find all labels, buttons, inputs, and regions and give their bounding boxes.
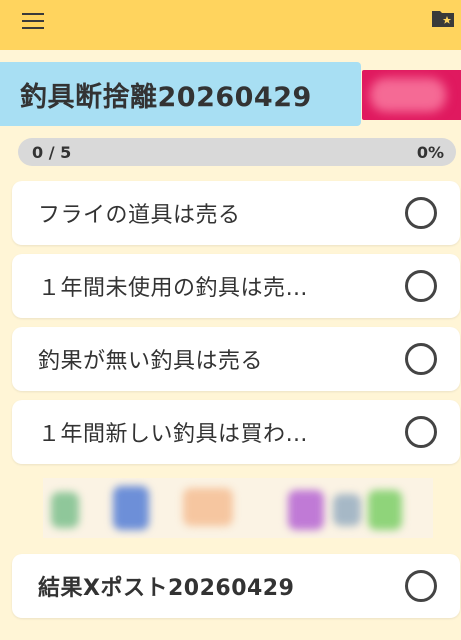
hamburger-menu-icon[interactable] (22, 10, 46, 29)
ad-badge[interactable] (362, 70, 461, 120)
circle-outline-icon[interactable] (405, 570, 437, 602)
circle-outline-icon[interactable] (405, 416, 437, 448)
page-title: 釣具断捨離20260429 (20, 81, 312, 113)
star-folder-icon[interactable] (431, 8, 455, 28)
task-label: フライの道具は売る (38, 203, 241, 228)
task-item[interactable]: フライの道具は売る (12, 181, 460, 245)
circle-outline-icon[interactable] (405, 270, 437, 302)
progress-count: 0 / 5 (32, 142, 72, 162)
task-item[interactable]: １年間未使用の釣具は売… (12, 254, 460, 318)
task-item[interactable]: 釣果が無い釣具は売る (12, 327, 460, 391)
progress-percent: 0% (416, 142, 444, 162)
circle-outline-icon[interactable] (405, 197, 437, 229)
task-label: １年間新しい釣具は買わ… (38, 422, 309, 447)
circle-outline-icon[interactable] (405, 343, 437, 375)
list-title-bar: 釣具断捨離20260429 (0, 62, 361, 126)
progress-bar: 0 / 5 0% (18, 138, 456, 166)
task-label: 結果Xポスト20260429 (38, 576, 295, 601)
task-label: １年間未使用の釣具は売… (38, 276, 309, 301)
top-app-bar (0, 0, 461, 50)
task-label: 釣果が無い釣具は売る (38, 349, 264, 374)
task-item[interactable]: １年間新しい釣具は買わ… (12, 400, 460, 464)
task-item[interactable]: 結果Xポスト20260429 (12, 554, 460, 618)
ad-banner[interactable] (43, 478, 433, 538)
